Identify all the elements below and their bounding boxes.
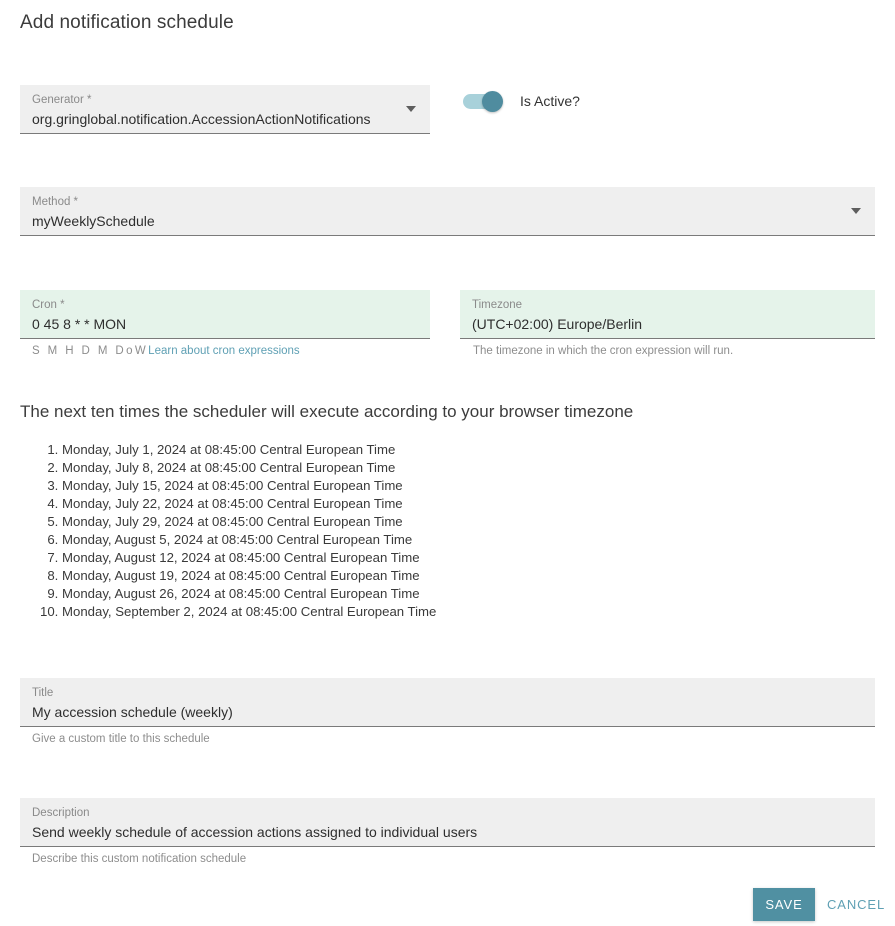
method-label: Method *: [32, 196, 79, 208]
list-item: Monday, August 26, 2024 at 08:45:00 Cent…: [62, 585, 436, 603]
page-title: Add notification schedule: [20, 12, 234, 33]
title-value: My accession schedule (weekly): [32, 704, 233, 720]
chevron-down-icon[interactable]: [851, 208, 861, 214]
description-value: Send weekly schedule of accession action…: [32, 824, 478, 840]
add-notification-schedule-page: Add notification schedule Generator * or…: [0, 0, 895, 926]
generator-label: Generator *: [32, 94, 92, 106]
save-button[interactable]: SAVE: [753, 888, 815, 921]
next-executions-list: Monday, July 1, 2024 at 08:45:00 Central…: [20, 441, 436, 621]
timezone-hint: The timezone in which the cron expressio…: [473, 345, 734, 357]
timezone-label: Timezone: [472, 299, 523, 311]
list-item: Monday, September 2, 2024 at 08:45:00 Ce…: [62, 603, 436, 621]
preview-heading: The next ten times the scheduler will ex…: [20, 402, 634, 421]
list-item: Monday, August 12, 2024 at 08:45:00 Cent…: [62, 549, 436, 567]
method-select[interactable]: Method * myWeeklySchedule: [20, 187, 875, 236]
toggle-thumb[interactable]: [482, 90, 503, 112]
is-active-label: Is Active?: [520, 93, 580, 109]
title-hint: Give a custom title to this schedule: [32, 733, 210, 745]
description-hint: Describe this custom notification schedu…: [32, 853, 247, 865]
timezone-value: (UTC+02:00) Europe/Berlin: [472, 316, 643, 332]
cron-input[interactable]: Cron * 0 45 8 * * MON: [20, 290, 430, 339]
cron-legend: S M H D M DoW: [32, 345, 149, 357]
list-item: Monday, August 19, 2024 at 08:45:00 Cent…: [62, 567, 436, 585]
form-actions: SAVE CANCEL: [0, 888, 895, 926]
list-item: Monday, July 29, 2024 at 08:45:00 Centra…: [62, 513, 436, 531]
description-input[interactable]: Description Send weekly schedule of acce…: [20, 798, 875, 847]
cron-label: Cron *: [32, 299, 65, 311]
method-value: myWeeklySchedule: [32, 213, 155, 229]
cron-help-link[interactable]: Learn about cron expressions: [148, 345, 300, 357]
toggle-track[interactable]: [463, 90, 503, 112]
chevron-down-icon[interactable]: [406, 106, 416, 112]
timezone-input[interactable]: Timezone (UTC+02:00) Europe/Berlin: [460, 290, 875, 339]
title-label: Title: [32, 687, 54, 699]
description-label: Description: [32, 807, 90, 819]
cron-hint: S M H D M DoWLearn about cron expression…: [32, 344, 300, 358]
list-item: Monday, July 1, 2024 at 08:45:00 Central…: [62, 441, 436, 459]
list-item: Monday, August 5, 2024 at 08:45:00 Centr…: [62, 531, 436, 549]
title-input[interactable]: Title My accession schedule (weekly): [20, 678, 875, 727]
list-item: Monday, July 15, 2024 at 08:45:00 Centra…: [62, 477, 436, 495]
cancel-button[interactable]: CANCEL: [827, 888, 885, 921]
list-item: Monday, July 22, 2024 at 08:45:00 Centra…: [62, 495, 436, 513]
generator-value: org.gringlobal.notification.AccessionAct…: [32, 111, 371, 127]
cron-value: 0 45 8 * * MON: [32, 316, 127, 332]
generator-select[interactable]: Generator * org.gringlobal.notification.…: [20, 85, 430, 134]
is-active-toggle[interactable]: Is Active?: [463, 90, 580, 112]
list-item: Monday, July 8, 2024 at 08:45:00 Central…: [62, 459, 436, 477]
